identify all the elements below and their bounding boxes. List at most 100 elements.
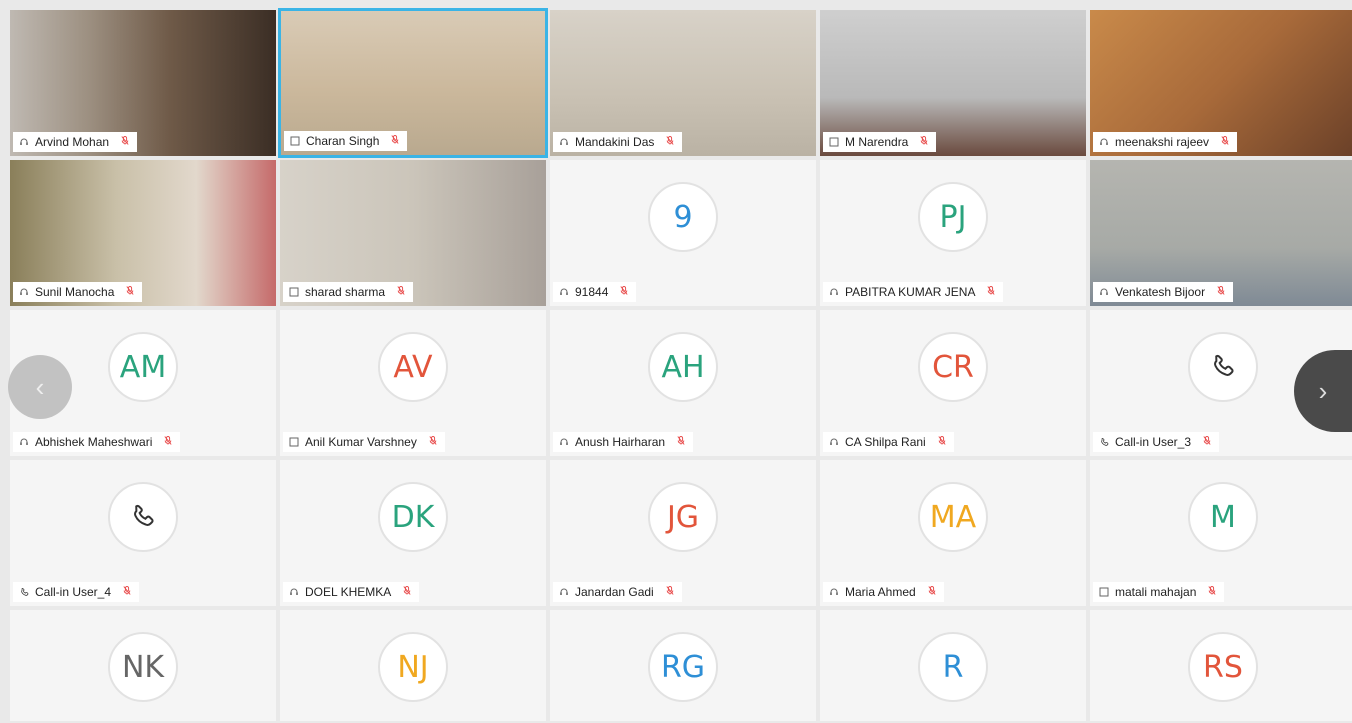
phone-icon <box>1099 437 1109 447</box>
participant-tile[interactable]: sharad sharma <box>278 158 548 308</box>
headset-icon <box>559 437 569 447</box>
participant-name-tag: CA Shilpa Rani <box>823 432 954 452</box>
participant-tile[interactable]: Arvind Mohan <box>8 8 278 158</box>
participant-name: Charan Singh <box>306 134 380 148</box>
participant-tile[interactable]: RS <box>1088 608 1352 723</box>
muted-mic-icon <box>1221 135 1229 149</box>
muted-mic-icon <box>938 435 946 449</box>
participant-avatar: CR <box>918 332 988 402</box>
muted-mic-icon <box>1217 285 1225 299</box>
participant-avatar: RG <box>648 632 718 702</box>
participant-tile[interactable]: MA Maria Ahmed <box>818 458 1088 608</box>
participant-name-tag: 91844 <box>553 282 637 302</box>
participant-tile[interactable]: AV Anil Kumar Varshney <box>278 308 548 458</box>
muted-mic-icon <box>677 435 685 449</box>
participant-tile[interactable]: M Narendra <box>818 8 1088 158</box>
participant-name: Abhishek Maheshwari <box>35 435 153 449</box>
muted-mic-icon <box>121 135 129 149</box>
participant-name: Mandakini Das <box>575 135 655 149</box>
participant-tile[interactable]: R <box>818 608 1088 723</box>
participant-name: Anil Kumar Varshney <box>305 435 417 449</box>
participant-name-tag: M Narendra <box>823 132 937 152</box>
muted-mic-icon <box>164 435 172 449</box>
phone-icon <box>1188 332 1258 402</box>
muted-mic-icon <box>429 435 437 449</box>
participant-tile[interactable]: Venkatesh Bijoor <box>1088 158 1352 308</box>
participant-name: Anush Hairharan <box>575 435 666 449</box>
participant-name-tag: Charan Singh <box>284 131 408 151</box>
headset-icon <box>559 587 569 597</box>
participant-tile[interactable]: NJ <box>278 608 548 723</box>
participant-avatar: R <box>918 632 988 702</box>
desktop-icon <box>290 136 300 146</box>
participant-tile[interactable]: meenakshi rajeev <box>1088 8 1352 158</box>
muted-mic-icon <box>403 585 411 599</box>
participant-name: sharad sharma <box>305 285 386 299</box>
muted-mic-icon <box>920 135 928 149</box>
previous-page-button[interactable]: ‹ <box>8 355 72 419</box>
participant-avatar: AH <box>648 332 718 402</box>
participant-avatar: AV <box>378 332 448 402</box>
participant-name-tag: Call-in User_3 <box>1093 432 1220 452</box>
participant-name: DOEL KHEMKA <box>305 585 392 599</box>
desktop-icon <box>1099 587 1109 597</box>
participant-tile[interactable]: Charan Singh <box>278 8 548 158</box>
participant-tile[interactable]: Mandakini Das <box>548 8 818 158</box>
participant-name: 91844 <box>575 285 609 299</box>
muted-mic-icon <box>666 585 674 599</box>
participant-avatar: RS <box>1188 632 1258 702</box>
headset-icon <box>559 137 569 147</box>
participant-name: meenakshi rajeev <box>1115 135 1210 149</box>
headset-icon <box>829 437 839 447</box>
participant-grid: Arvind Mohan Charan Singh Mandakini Das M N… <box>0 0 1352 723</box>
headset-icon <box>1099 287 1109 297</box>
muted-mic-icon <box>397 285 405 299</box>
participant-avatar: DK <box>378 482 448 552</box>
participant-avatar: NK <box>108 632 178 702</box>
participant-avatar: NJ <box>378 632 448 702</box>
participant-tile[interactable]: CR CA Shilpa Rani <box>818 308 1088 458</box>
participant-name-tag: Maria Ahmed <box>823 582 944 602</box>
participant-name-tag: Call-in User_4 <box>13 582 140 602</box>
headset-icon <box>19 137 29 147</box>
participant-name-tag: Venkatesh Bijoor <box>1093 282 1234 302</box>
headset-icon <box>829 587 839 597</box>
participant-tile[interactable]: RG <box>548 608 818 723</box>
participant-avatar: AM <box>108 332 178 402</box>
desktop-icon <box>829 137 839 147</box>
headset-icon <box>19 437 29 447</box>
participant-name: Call-in User_3 <box>1115 435 1192 449</box>
muted-mic-icon <box>620 285 628 299</box>
phone-icon <box>19 587 29 597</box>
participant-name-tag: sharad sharma <box>283 282 414 302</box>
phone-icon <box>108 482 178 552</box>
participant-name-tag: Anil Kumar Varshney <box>283 432 445 452</box>
participant-name-tag: meenakshi rajeev <box>1093 132 1238 152</box>
participant-name: Arvind Mohan <box>35 135 110 149</box>
participant-name: matali mahajan <box>1115 585 1197 599</box>
participant-tile[interactable]: DK DOEL KHEMKA <box>278 458 548 608</box>
muted-mic-icon <box>987 285 996 299</box>
participant-name: M Narendra <box>845 135 909 149</box>
participant-tile[interactable]: AH Anush Hairharan <box>548 308 818 458</box>
participant-avatar: 9 <box>648 182 718 252</box>
headset-icon <box>19 287 29 297</box>
participant-tile[interactable]: JG Janardan Gadi <box>548 458 818 608</box>
participant-name-tag: PABITRA KUMAR JENA <box>823 282 1004 302</box>
participant-tile[interactable]: Mmatali mahajan <box>1088 458 1352 608</box>
participant-tile[interactable]: Call-in User_4 <box>8 458 278 608</box>
participant-name: Venkatesh Bijoor <box>1115 285 1206 299</box>
participant-tile[interactable]: NK <box>8 608 278 723</box>
chevron-left-icon: ‹ <box>35 371 45 402</box>
participant-tile[interactable]: Sunil Manocha <box>8 158 278 308</box>
muted-mic-icon <box>391 134 399 148</box>
muted-mic-icon <box>1203 435 1211 449</box>
participant-name-tag: Janardan Gadi <box>553 582 682 602</box>
participant-name: Sunil Manocha <box>35 285 115 299</box>
participant-tile[interactable]: PJ PABITRA KUMAR JENA <box>818 158 1088 308</box>
participant-tile[interactable]: 9 91844 <box>548 158 818 308</box>
participant-name-tag: Sunil Manocha <box>13 282 143 302</box>
muted-mic-icon <box>126 285 134 299</box>
participant-name: Call-in User_4 <box>35 585 112 599</box>
participant-name-tag: Abhishek Maheshwari <box>13 432 181 452</box>
